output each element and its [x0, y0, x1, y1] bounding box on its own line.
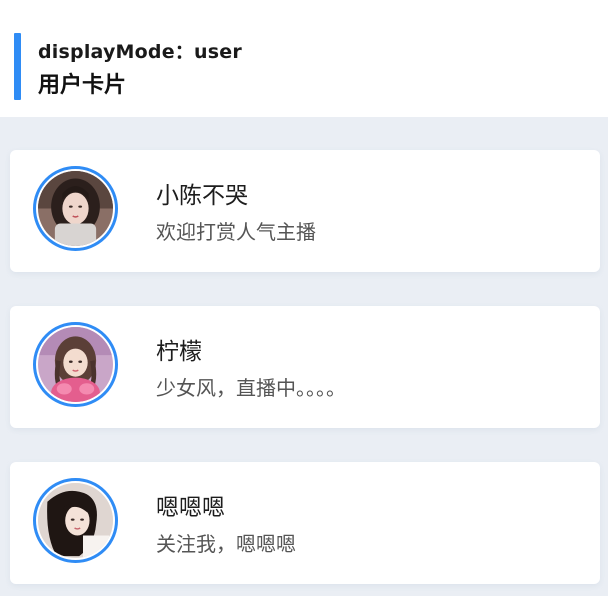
user-card[interactable]: 小陈不哭 欢迎打赏人气主播 [10, 150, 600, 272]
user-name: 小陈不哭 [156, 183, 248, 209]
avatar[interactable] [33, 478, 118, 563]
user-card[interactable]: 嗯嗯嗯 关注我，嗯嗯嗯 [10, 462, 600, 584]
avatar-photo-icon [38, 327, 113, 402]
avatar[interactable] [33, 322, 118, 407]
avatar-photo-icon [38, 171, 113, 246]
user-card[interactable]: 柠檬 少女风，直播中。。。。 [10, 306, 600, 428]
user-card-list: 小陈不哭 欢迎打赏人气主播 柠檬 少女风，直播中。。。。 嗯嗯嗯 关注我，嗯嗯嗯 [0, 117, 608, 596]
display-mode-label: displayMode：user [38, 41, 242, 63]
page-title: 用户卡片 [38, 73, 127, 98]
user-description: 关注我，嗯嗯嗯 [156, 532, 296, 556]
user-description: 少女风，直播中。。。。 [156, 376, 346, 400]
user-name: 柠檬 [156, 339, 202, 365]
user-name: 嗯嗯嗯 [156, 495, 225, 521]
header-accent-bar [14, 33, 21, 100]
page-header: displayMode：user 用户卡片 [0, 0, 608, 117]
avatar[interactable] [33, 166, 118, 251]
avatar-photo-icon [38, 483, 113, 558]
user-description: 欢迎打赏人气主播 [156, 220, 316, 244]
